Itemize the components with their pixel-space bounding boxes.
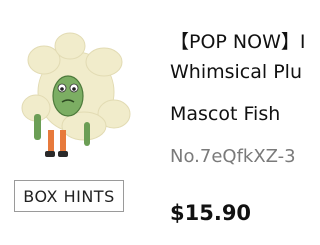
product-title-line-2[interactable]: Whimsical Plu (170, 61, 302, 83)
product-title-line-3[interactable]: Mascot Fish (170, 103, 280, 125)
product-image[interactable] (18, 30, 136, 170)
box-hints-label: BOX HINTS (23, 186, 115, 206)
product-title-line-1[interactable]: 【POP NOW】I (170, 27, 305, 54)
product-card[interactable]: BOX HINTS 【POP NOW】I Whimsical Plu Masco… (0, 0, 320, 245)
mascot-fish-figure-icon (21, 32, 131, 157)
product-brand-tag: 【POP NOW】 (170, 31, 300, 53)
product-price: $15.90 (170, 201, 252, 225)
box-hints-button[interactable]: BOX HINTS (14, 180, 124, 212)
product-title-tail: I (299, 31, 306, 53)
product-serial-number: No.7eQfkXZ-3 (170, 146, 296, 167)
product-info: 【POP NOW】I Whimsical Plu Mascot Fish No.… (170, 0, 320, 245)
